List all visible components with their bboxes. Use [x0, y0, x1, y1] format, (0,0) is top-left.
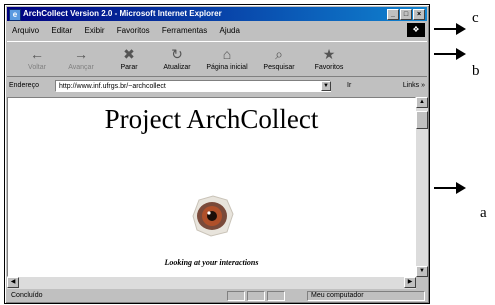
address-label: Endereço — [9, 82, 39, 89]
forward-label: Avançar — [68, 64, 94, 71]
stop-icon: ✖ — [123, 46, 135, 62]
search-icon: ⌕ — [275, 46, 283, 62]
annotation-arrow-b — [434, 48, 466, 60]
refresh-icon: ↻ — [171, 46, 183, 62]
annotation-arrow-c — [434, 23, 466, 35]
links-button[interactable]: Links » — [403, 82, 425, 89]
back-label: Voltar — [28, 64, 46, 71]
search-label: Pesquisar — [263, 64, 295, 71]
favorites-button[interactable]: ★ Favoritos — [307, 44, 351, 71]
window-title: ArchCollect Version 2.0 - Microsoft Inte… — [23, 9, 222, 18]
forward-button[interactable]: → Avançar — [59, 44, 103, 71]
standard-toolbar: ← Voltar → Avançar ✖ Parar ↻ Atualizar ⌂… — [7, 41, 427, 77]
menu-editar[interactable]: Editar — [46, 24, 77, 38]
eye-logo-icon — [192, 195, 234, 237]
page-content: Project ArchCollect Looking at your inte… — [7, 97, 416, 277]
close-button[interactable]: × — [413, 9, 425, 20]
status-cell — [267, 291, 285, 301]
stop-button[interactable]: ✖ Parar — [107, 44, 151, 71]
menu-favoritos[interactable]: Favoritos — [112, 24, 155, 38]
annotation-c: c — [472, 10, 479, 26]
status-cell — [227, 291, 245, 301]
home-label: Página inicial — [206, 64, 248, 71]
scroll-right-icon[interactable]: ▶ — [404, 277, 416, 288]
status-cell — [247, 291, 265, 301]
annotation-a: a — [480, 205, 487, 221]
annotation-arrow-a — [434, 182, 466, 194]
back-button[interactable]: ← Voltar — [15, 44, 59, 71]
back-arrow-icon: ← — [30, 46, 44, 62]
stop-label: Parar — [120, 64, 138, 71]
address-bar: Endereço http://www.inf.ufrgs.br/~archco… — [7, 78, 427, 95]
status-zone: Meu computador — [311, 292, 364, 299]
refresh-label: Atualizar — [163, 64, 191, 71]
title-bar[interactable]: e ArchCollect Version 2.0 - Microsoft In… — [7, 7, 427, 21]
menu-bar: Arquivo Editar Exibir Favoritos Ferramen… — [7, 24, 427, 38]
browser-window: e ArchCollect Version 2.0 - Microsoft In… — [4, 4, 430, 304]
annotation-b: b — [472, 63, 480, 79]
scroll-up-icon[interactable]: ▲ — [416, 97, 428, 108]
menu-exibir[interactable]: Exibir — [80, 24, 110, 38]
horizontal-scrollbar[interactable]: ◀ ▶ — [7, 277, 416, 289]
status-text: Concluído — [11, 292, 43, 299]
scroll-left-icon[interactable]: ◀ — [7, 277, 19, 288]
menu-ajuda[interactable]: Ajuda — [214, 24, 244, 38]
address-input[interactable]: http://www.inf.ufrgs.br/~archcollect — [55, 80, 331, 92]
status-bar: Concluído Meu computador — [7, 291, 427, 301]
menu-ferramentas[interactable]: Ferramentas — [157, 24, 212, 38]
minimize-button[interactable]: _ — [387, 9, 399, 20]
forward-arrow-icon: → — [74, 46, 88, 62]
vertical-scrollbar[interactable]: ▲ ▼ — [416, 97, 428, 277]
page-tagline: Looking at your interactions — [164, 258, 259, 267]
windows-logo-icon: ❖ — [407, 23, 425, 37]
vertical-scroll-thumb[interactable] — [416, 111, 428, 129]
refresh-button[interactable]: ↻ Atualizar — [155, 44, 199, 71]
home-button[interactable]: ⌂ Página inicial — [205, 44, 249, 71]
favorites-label: Favoritos — [314, 64, 344, 71]
ie-app-icon: e — [9, 9, 21, 21]
address-dropdown-icon[interactable]: ▼ — [321, 81, 331, 91]
maximize-button[interactable]: □ — [400, 9, 412, 20]
page-title: Project ArchCollect — [104, 104, 319, 134]
menu-arquivo[interactable]: Arquivo — [7, 24, 44, 38]
favorites-icon: ★ — [322, 46, 336, 62]
home-icon: ⌂ — [222, 46, 232, 62]
scroll-down-icon[interactable]: ▼ — [416, 266, 428, 277]
search-button[interactable]: ⌕ Pesquisar — [257, 44, 301, 71]
go-button[interactable]: Ir — [347, 82, 351, 89]
